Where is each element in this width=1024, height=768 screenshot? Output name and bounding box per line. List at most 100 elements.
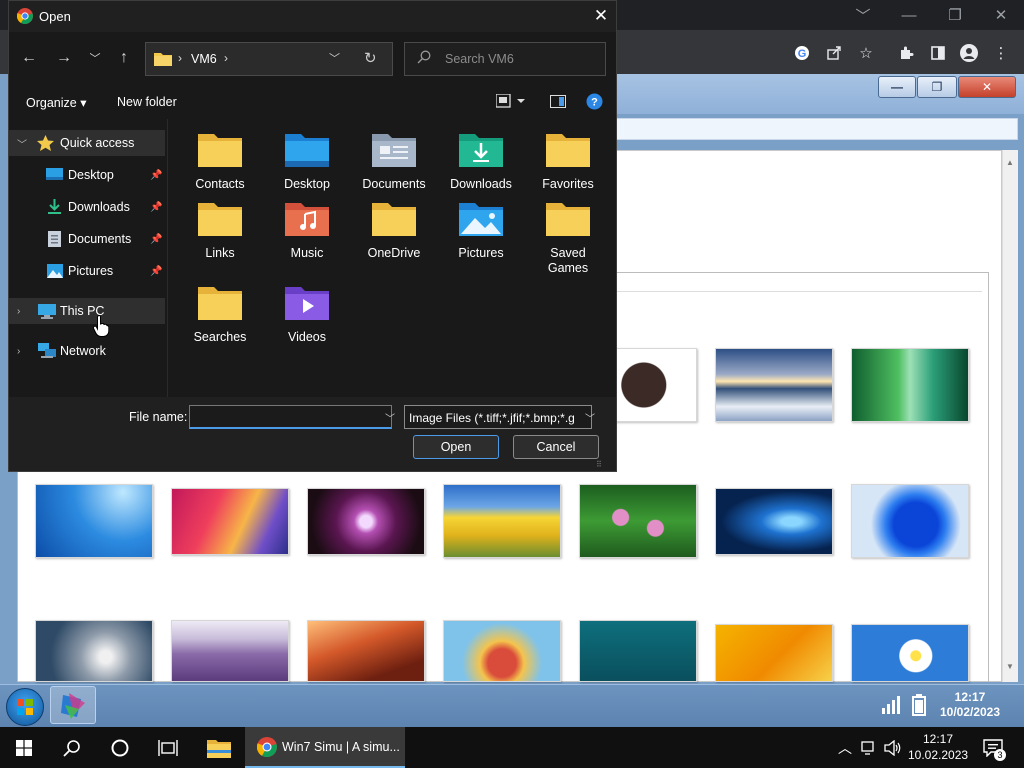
open-dialog: Open ✕ ← → ﹀ ↑ › VM6 › ﹀ ↻ Search VM6 Or…: [8, 0, 617, 472]
file-type-select[interactable]: Image Files (*.tiff;*.jfif;*.bmp;*.g: [404, 405, 592, 429]
browser-minimize-button[interactable]: —: [886, 0, 932, 30]
recent-locations-icon[interactable]: ﹀: [83, 45, 107, 71]
address-bar[interactable]: › VM6 › ﹀ ↻: [145, 42, 393, 76]
folder-item[interactable]: Videos: [265, 284, 349, 344]
view-options-icon[interactable]: [495, 93, 526, 111]
wallpaper-thumbnail[interactable]: [851, 484, 969, 558]
file-name-input[interactable]: [189, 405, 392, 429]
wallpaper-thumbnail[interactable]: [851, 624, 969, 682]
folder-item[interactable]: Favorites: [526, 131, 610, 191]
open-button[interactable]: Open: [413, 435, 499, 459]
wallpaper-thumbnail[interactable]: [851, 348, 969, 422]
sim-taskbar-app[interactable]: [50, 686, 96, 724]
preview-pane-icon[interactable]: [550, 95, 566, 111]
nav-pictures[interactable]: Pictures 📌: [9, 258, 165, 284]
volume-icon[interactable]: [882, 727, 904, 768]
folder-item[interactable]: Pictures: [439, 200, 523, 260]
up-arrow-icon[interactable]: ↑: [112, 45, 136, 71]
nav-documents[interactable]: Documents 📌: [9, 226, 165, 252]
organize-button[interactable]: Organize ▾: [26, 95, 86, 110]
wallpaper-thumbnail[interactable]: [171, 620, 289, 682]
wallpaper-thumbnail[interactable]: [171, 488, 289, 555]
wallpaper-thumbnail[interactable]: [35, 484, 153, 558]
pin-icon[interactable]: 📌: [150, 266, 162, 277]
wallpaper-thumbnail[interactable]: [579, 620, 697, 682]
chrome-app-icon: [16, 8, 33, 27]
wallpaper-thumbnail[interactable]: [579, 484, 697, 558]
wallpaper-thumbnail[interactable]: [35, 620, 153, 682]
forward-arrow-icon[interactable]: →: [52, 45, 76, 71]
browser-close-button[interactable]: ✕: [978, 0, 1024, 30]
folder-item[interactable]: OneDrive: [352, 200, 436, 260]
folder-item[interactable]: Links: [178, 200, 262, 260]
notifications-icon[interactable]: 3: [980, 727, 1008, 768]
resize-grip-icon[interactable]: ⠿: [596, 460, 602, 469]
wallpaper-thumbnail[interactable]: [443, 484, 561, 558]
file-explorer-icon[interactable]: [196, 727, 242, 768]
sim-maximize-button[interactable]: ❐: [917, 76, 957, 98]
wallpaper-thumbnail[interactable]: [715, 348, 833, 422]
back-arrow-icon[interactable]: ←: [17, 45, 41, 71]
network-status-icon[interactable]: [858, 727, 880, 768]
breadcrumb-separator[interactable]: ›: [224, 51, 228, 65]
wallpaper-thumbnail[interactable]: [307, 488, 425, 555]
taskbar-clock[interactable]: 12:17 10.02.2023: [908, 731, 968, 763]
sidepanel-icon[interactable]: [927, 42, 949, 64]
folder-item[interactable]: Downloads: [439, 131, 523, 191]
folder-label: Videos: [288, 330, 326, 344]
pin-icon[interactable]: 📌: [150, 234, 162, 245]
breadcrumb-vm6[interactable]: VM6: [191, 52, 217, 66]
wallpaper-thumbnail[interactable]: [443, 620, 561, 682]
nav-desktop[interactable]: Desktop 📌: [9, 162, 165, 188]
taskbar-chrome-app[interactable]: Win7 Simu | A simu...: [245, 727, 405, 768]
chevron-up-icon[interactable]: ︿: [834, 727, 856, 768]
pane-divider[interactable]: [167, 119, 168, 397]
cortana-icon[interactable]: [96, 727, 144, 768]
sim-start-button[interactable]: [6, 688, 44, 726]
sim-close-button[interactable]: ✕: [958, 76, 1016, 98]
tab-search-icon[interactable]: ﹀: [840, 0, 886, 30]
sim-address-bar[interactable]: [615, 118, 1018, 140]
nav-network[interactable]: › Network: [9, 338, 165, 364]
folder-item[interactable]: Music: [265, 200, 349, 260]
refresh-icon[interactable]: ↻: [364, 49, 377, 67]
wallpaper-thumbnail[interactable]: [715, 624, 833, 682]
pin-icon[interactable]: 📌: [150, 170, 162, 181]
sim-minimize-button[interactable]: —: [878, 76, 916, 98]
search-icon[interactable]: [48, 727, 96, 768]
star-icon[interactable]: ☆: [855, 42, 877, 64]
new-folder-button[interactable]: New folder: [117, 95, 177, 109]
folder-item[interactable]: Contacts: [178, 131, 262, 191]
menu-icon[interactable]: ⋮: [990, 42, 1012, 64]
folder-item[interactable]: Desktop: [265, 131, 349, 191]
file-type-dropdown-icon[interactable]: ﹀: [585, 410, 595, 425]
nav-downloads[interactable]: Downloads 📌: [9, 194, 165, 220]
chevron-right-icon[interactable]: ›: [17, 346, 20, 357]
windows-start-icon[interactable]: [0, 727, 48, 768]
folder-item[interactable]: Documents: [352, 131, 436, 191]
address-dropdown-icon[interactable]: ﹀: [329, 50, 340, 66]
share-icon[interactable]: [823, 42, 845, 64]
nav-this-pc[interactable]: › This PC: [9, 298, 165, 324]
chevron-right-icon[interactable]: ›: [17, 306, 20, 317]
pin-icon[interactable]: 📌: [150, 202, 162, 213]
task-view-icon[interactable]: [144, 727, 192, 768]
nav-quick-access[interactable]: ﹀ Quick access: [9, 130, 165, 156]
wallpaper-thumbnail[interactable]: [307, 620, 425, 682]
cancel-button[interactable]: Cancel: [513, 435, 599, 459]
dialog-title: Open: [39, 9, 71, 24]
file-name-dropdown-icon[interactable]: ﹀: [385, 410, 395, 425]
sim-scrollbar[interactable]: ▲ ▼: [1002, 150, 1018, 682]
command-bar: Organize ▾ New folder ?: [9, 85, 616, 117]
folder-item[interactable]: Searches: [178, 284, 262, 344]
profile-icon[interactable]: [958, 42, 980, 64]
dialog-close-button[interactable]: ✕: [589, 5, 613, 27]
wallpaper-thumbnail[interactable]: [715, 488, 833, 555]
folder-item[interactable]: Saved Games: [526, 200, 610, 276]
search-box[interactable]: Search VM6: [404, 42, 606, 76]
google-icon[interactable]: G: [791, 42, 813, 64]
help-icon[interactable]: ?: [586, 93, 603, 113]
chevron-down-icon[interactable]: ﹀: [17, 136, 27, 151]
extensions-icon[interactable]: [895, 42, 917, 64]
browser-restore-button[interactable]: ❐: [932, 0, 978, 30]
